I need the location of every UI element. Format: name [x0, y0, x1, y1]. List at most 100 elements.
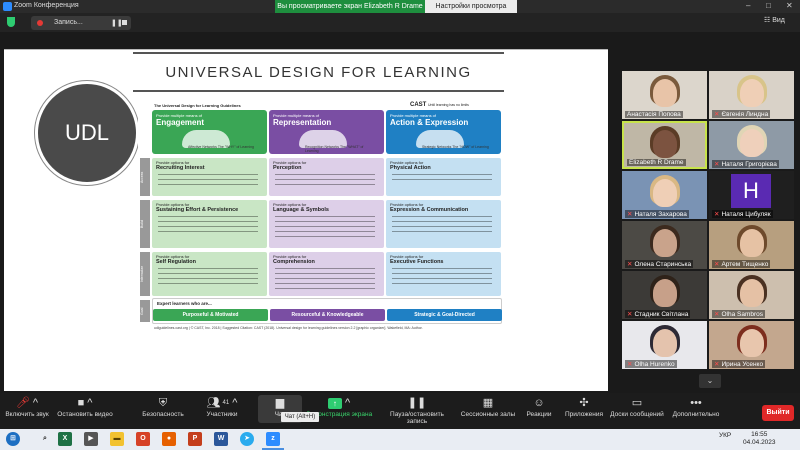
participant-tile[interactable]: Анастасія Попова: [622, 71, 707, 119]
unmute-button[interactable]: 🎤︎ ^ Включить звук: [3, 395, 51, 418]
mic-muted-icon: ✕: [627, 211, 633, 218]
participant-tile[interactable]: ✕ Артем Тищенко: [709, 221, 794, 269]
minimize-icon[interactable]: –: [746, 1, 750, 10]
participant-name: ✕ Наталя Захарова: [625, 210, 689, 218]
shield-icon: ⛨: [158, 397, 168, 409]
cell-physical-action: Provide options for Physical Action: [386, 158, 501, 196]
outcome-strategic: Strategic & Goal-Directed: [387, 309, 502, 321]
firefox-icon[interactable]: ●: [162, 432, 176, 446]
participant-name: ✕ Євгенія Линдна: [712, 110, 771, 118]
whiteboard-icon: ▭: [631, 397, 643, 409]
leave-button[interactable]: Выйти: [762, 405, 794, 421]
telegram-icon[interactable]: ➤: [240, 432, 254, 446]
participant-tile[interactable]: ✕ Наталя Григорієва: [709, 121, 794, 169]
participant-tile[interactable]: ✕ Олена Старинська: [622, 221, 707, 269]
participant-name: ✕ Стадник Світлана: [625, 310, 691, 318]
chat-icon: ▆: [275, 397, 285, 409]
avatar: H: [731, 174, 771, 208]
participants-icon: 👥︎: [206, 397, 221, 409]
participant-tile[interactable]: ✕ Наталя Захарова: [622, 171, 707, 219]
record-dot-icon: [37, 20, 43, 26]
mic-muted-icon: ✕: [714, 361, 720, 368]
participant-name: ✕ Ирина Усенко: [712, 360, 766, 368]
screen-divider: [4, 49, 608, 50]
file-explorer-icon[interactable]: ▬: [110, 432, 124, 446]
outcome-resourceful: Resourceful & Knowledgeable: [270, 309, 385, 321]
powerpoint-icon[interactable]: P: [188, 432, 202, 446]
cell-executive-functions: Provide options for Executive Functions: [386, 252, 501, 296]
cell-expression-communication: Provide options for Expression & Communi…: [386, 200, 501, 248]
windows-taskbar: ⊞ ⌕ X ▶ ▬ O ● P W ➤ z УКР 16:55 04.04.20…: [0, 429, 800, 450]
participants-count: 41: [222, 400, 230, 406]
search-icon[interactable]: ⌕: [38, 432, 52, 446]
participant-tile[interactable]: ✕ Євгенія Линдна: [709, 71, 794, 119]
view-button[interactable]: ☷ Вид: [764, 16, 792, 28]
maximize-icon[interactable]: □: [766, 1, 771, 10]
share-screen-icon: ↑: [327, 398, 342, 409]
keyboard-language[interactable]: УКР: [719, 432, 731, 439]
apps-button[interactable]: ✣ Приложения: [563, 395, 605, 418]
mic-muted-icon: ✕: [714, 161, 720, 168]
more-button[interactable]: ••• Дополнительно: [670, 395, 722, 418]
stop-recording-icon[interactable]: [122, 20, 127, 25]
grid-icon: ▦: [482, 397, 494, 409]
opera-icon[interactable]: O: [136, 432, 150, 446]
mic-muted-icon: ✕: [714, 311, 720, 318]
participant-tile[interactable]: ✕ Olha Sambros: [709, 271, 794, 319]
chevron-down-icon[interactable]: ⌄: [699, 374, 721, 388]
participant-name: Анастасія Попова: [625, 111, 683, 118]
stop-video-button[interactable]: ■ ^ Остановить видео: [55, 395, 115, 418]
representation-header: Provide multiple means of Representation…: [269, 110, 384, 154]
participant-name: ✕ Олена Старинська: [625, 260, 694, 268]
participant-name: ✕ Наталя Цибуляк: [712, 210, 773, 218]
security-button[interactable]: ⛨ Безопасность: [138, 395, 188, 418]
word-icon[interactable]: W: [214, 432, 228, 446]
participant-tile[interactable]: ✕ Ирина Усенко: [709, 321, 794, 369]
mic-muted-icon: ✕: [714, 111, 720, 118]
breakout-rooms-button[interactable]: ▦ Сессионные залы: [460, 395, 516, 418]
zoom-taskbar-icon[interactable]: z: [266, 432, 280, 446]
mic-muted-icon: ✕: [627, 361, 633, 368]
title-bar: Zoom Конференция Вы просматриваете экран…: [0, 0, 800, 13]
row-tag-access: Access: [140, 158, 150, 196]
mic-muted-icon: ✕: [714, 261, 720, 268]
participant-tile[interactable]: ✕ Стадник Світлана: [622, 271, 707, 319]
cell-recruiting-interest: Provide options for Recruiting Interest: [152, 158, 267, 196]
cell-perception: Provide options for Perception: [269, 158, 384, 196]
udl-badge: UDL: [35, 81, 139, 185]
media-player-icon[interactable]: ▶: [84, 432, 98, 446]
reactions-button[interactable]: ☺ Реакции: [522, 395, 556, 418]
row-tag-build: Build: [140, 200, 150, 248]
video-camera-icon: ■: [77, 397, 85, 409]
whiteboard-button[interactable]: ▭ Доски сообщений: [609, 395, 665, 418]
pause-recording-icon[interactable]: ❚❚: [111, 19, 123, 27]
cell-comprehension: Provide options for Comprehension: [269, 252, 384, 296]
participant-name: ✕ Наталя Григорієва: [712, 160, 779, 168]
action-expression-header: Provide multiple means of Action & Expre…: [386, 110, 501, 154]
smiley-icon: ☺: [533, 397, 545, 409]
slide-title: UNIVERSAL DESIGN FOR LEARNING: [133, 52, 504, 92]
meeting-info-bar: Запись... ❚❚ ☷ Вид: [0, 13, 800, 32]
guide-footer: udlguidelines.cast.org | © CAST, Inc. 20…: [154, 326, 423, 330]
window-title: Zoom Конференция: [14, 2, 79, 9]
more-icon: •••: [690, 397, 702, 409]
pause-recording-button[interactable]: ❚❚ Пауза/остановить запись: [379, 395, 455, 425]
recording-label: Запись...: [54, 19, 83, 26]
cell-self-regulation: Provide options for Self Regulation: [152, 252, 267, 296]
shield-icon[interactable]: [7, 17, 15, 27]
start-icon[interactable]: ⊞: [6, 432, 20, 446]
apps-icon: ✣: [579, 397, 589, 409]
cell-sustaining-effort: Provide options for Sustaining Effort & …: [152, 200, 267, 248]
close-icon[interactable]: ✕: [786, 1, 793, 10]
outcome-purposeful: Purposeful & Motivated: [153, 309, 268, 321]
udl-guidelines-chart: The Universal Design for Learning Guidel…: [138, 98, 502, 330]
taskbar-clock[interactable]: 16:55 04.04.2023: [743, 431, 776, 447]
participant-tile-active-speaker[interactable]: Elizabeth R Drame: [622, 121, 707, 169]
participants-button[interactable]: 👥︎ 41 ^ Участники: [200, 395, 244, 418]
view-options-button[interactable]: Настройки просмотра: [425, 0, 517, 13]
recording-indicator: Запись... ❚❚: [31, 16, 131, 30]
engagement-header: Provide multiple means of Engagement Aff…: [152, 110, 267, 154]
participant-tile[interactable]: ✕ Olha Hurenko: [622, 321, 707, 369]
excel-icon[interactable]: X: [58, 432, 72, 446]
participant-tile[interactable]: H ✕ Наталя Цибуляк: [709, 171, 794, 219]
